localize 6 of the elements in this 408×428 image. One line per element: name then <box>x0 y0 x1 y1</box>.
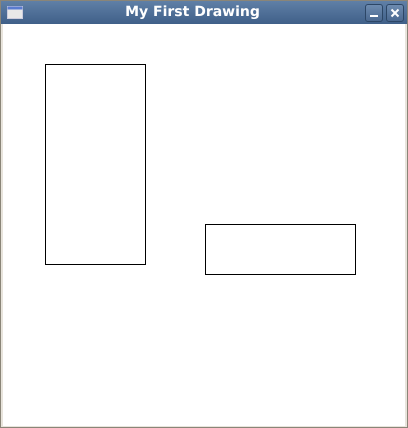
window-icon[interactable] <box>7 6 23 19</box>
minimize-icon <box>370 15 378 17</box>
close-button[interactable] <box>386 4 404 22</box>
close-icon <box>390 8 400 18</box>
minimize-button[interactable] <box>365 4 383 22</box>
window-title: My First Drawing <box>124 3 261 22</box>
